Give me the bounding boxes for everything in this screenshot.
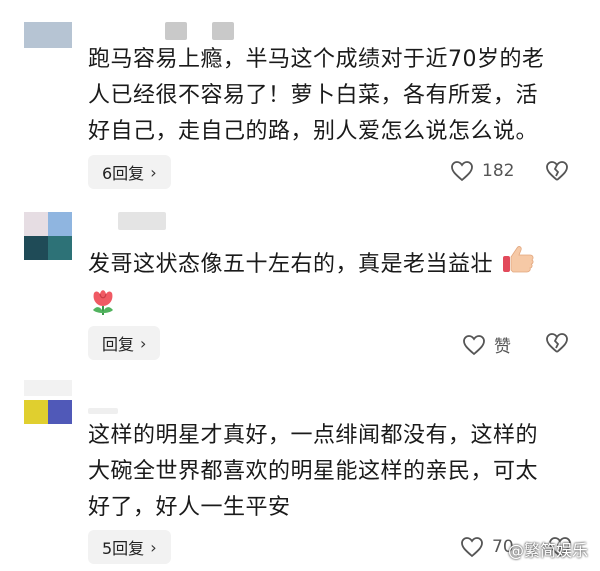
like-count: 182: [482, 161, 515, 181]
comment-text: 跑马容易上瘾，半马这个成绩对于近70岁的老人已经很不容易了！萝卜白菜，各有所爱，…: [88, 47, 545, 144]
heart-outline-icon: [463, 334, 485, 355]
username-blurred[interactable]: [118, 212, 166, 230]
thumbs-up-emoji: [501, 244, 535, 286]
comment-text: 发哥这状态像五十左右的，真是老当益壮: [88, 244, 558, 328]
tulip-emoji: [88, 286, 118, 328]
chevron-right-icon: ›: [150, 537, 157, 557]
heart-outline-icon: [461, 537, 483, 558]
like-button[interactable]: 182: [450, 160, 514, 182]
watermark: @繁简娱乐: [508, 537, 588, 561]
comment-text-body: 发哥这状态像五十左右的，真是老当益壮: [88, 252, 494, 277]
like-button[interactable]: 70: [460, 536, 514, 558]
dislike-button[interactable]: [545, 160, 569, 182]
reply-button[interactable]: 6回复 ›: [88, 155, 171, 189]
reply-button[interactable]: 5回复 ›: [88, 530, 171, 564]
watermark-text: @繁简娱乐: [507, 541, 588, 560]
reply-label: 6回复: [102, 164, 145, 183]
heart-outline-icon: [451, 161, 473, 182]
username-blurred[interactable]: [165, 22, 187, 40]
like-count: 赞: [494, 337, 511, 357]
like-button[interactable]: 赞: [462, 332, 511, 357]
username-blurred[interactable]: [212, 22, 234, 40]
broken-heart-icon: [546, 161, 568, 181]
reply-label: 5回复: [102, 539, 145, 558]
avatar[interactable]: [24, 380, 72, 428]
comment-text: 这样的明星才真好，一点绯闻都没有，这样的大碗全世界都喜欢的明星能这样的亲民，可太…: [88, 423, 539, 520]
reply-button[interactable]: 回复 ›: [88, 326, 161, 360]
reply-label: 回复: [102, 335, 135, 354]
avatar[interactable]: [24, 22, 72, 48]
broken-heart-icon: [546, 333, 568, 353]
avatar[interactable]: [24, 212, 72, 260]
chevron-right-icon: ›: [140, 333, 147, 353]
username-blurred[interactable]: [88, 408, 118, 414]
dislike-button[interactable]: [545, 332, 569, 354]
chevron-right-icon: ›: [150, 162, 157, 182]
